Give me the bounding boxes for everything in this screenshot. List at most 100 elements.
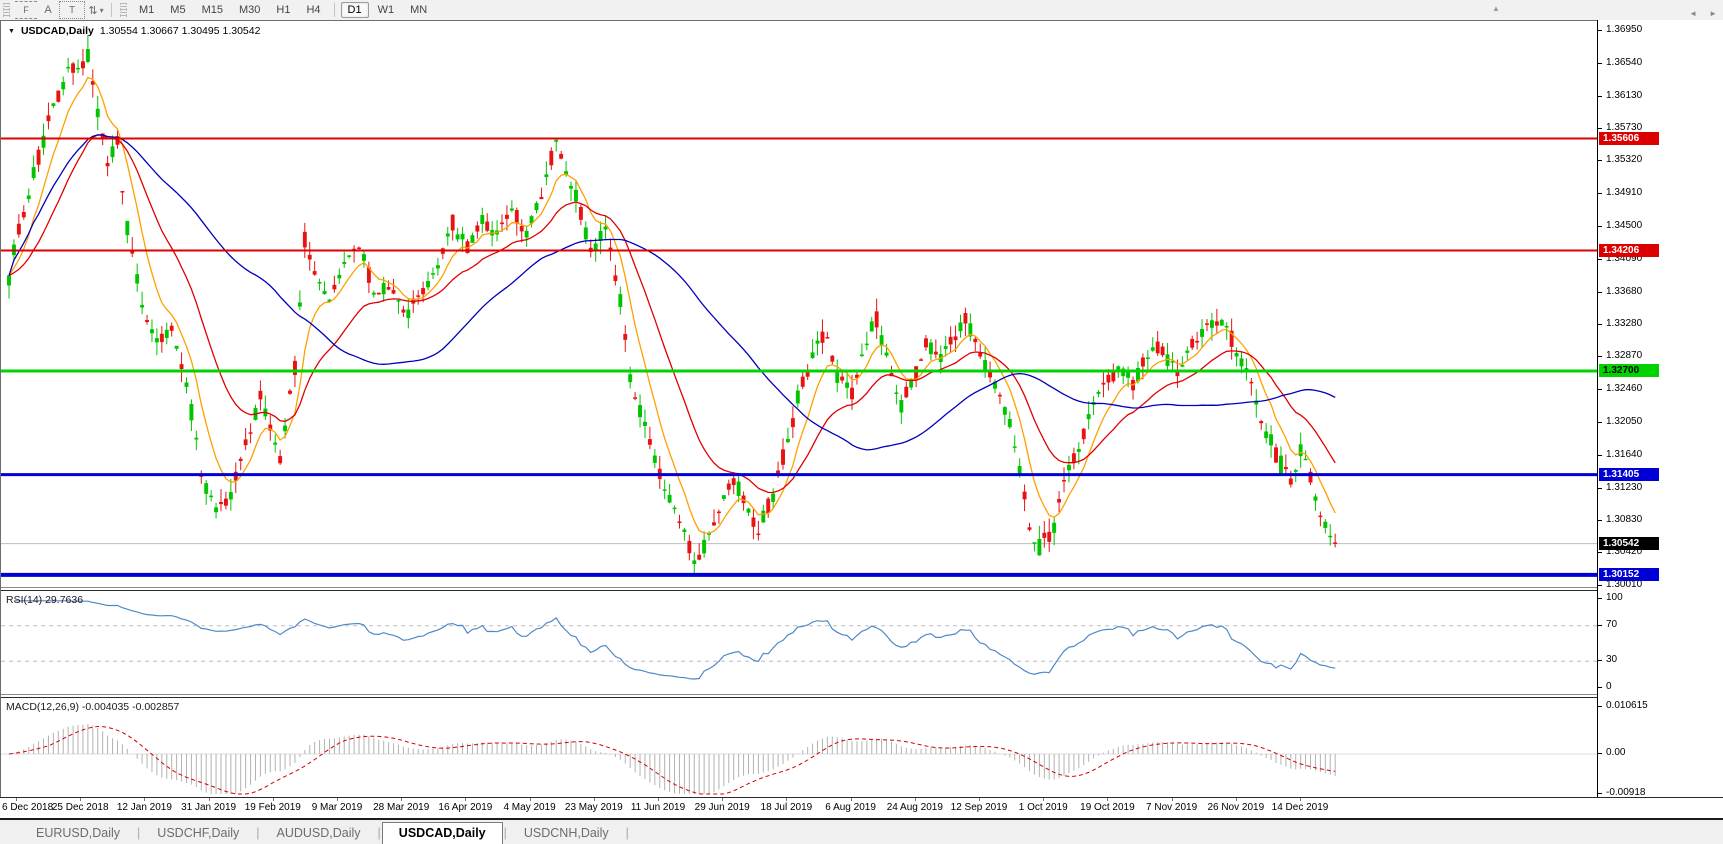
macd-tick-dash bbox=[1598, 793, 1602, 794]
text-label-tool-icon[interactable]: T bbox=[59, 1, 85, 19]
rsi-tick: 0 bbox=[1606, 682, 1612, 692]
date-label: 29 Jun 2019 bbox=[695, 802, 750, 813]
date-label: 11 Jun 2019 bbox=[631, 802, 685, 813]
tab-scroll-right-icon[interactable]: ► bbox=[1709, 9, 1717, 18]
toolbar-overflow-icon[interactable]: ▲ bbox=[1492, 4, 1500, 13]
ma-mid-line[interactable] bbox=[9, 135, 1335, 493]
price-tick-dash bbox=[1598, 455, 1602, 456]
main-price-pane: ▼ USDCAD,Daily 1.30554 1.30667 1.30495 1… bbox=[1, 21, 1598, 587]
pane-splitter-2[interactable] bbox=[1, 694, 1723, 695]
rsi-chart-canvas[interactable] bbox=[1, 591, 1598, 694]
chevron-down-icon[interactable]: ▾ bbox=[100, 6, 104, 15]
date-label: 24 Aug 2019 bbox=[887, 802, 943, 813]
date-label: 26 Nov 2019 bbox=[1207, 802, 1264, 813]
macd-chart-canvas[interactable] bbox=[1, 698, 1598, 796]
timeframe-button-m30[interactable]: M30 bbox=[232, 2, 267, 18]
timeframe-button-m15[interactable]: M15 bbox=[195, 2, 230, 18]
chart-ohlc-values: 1.30554 1.30667 1.30495 1.30542 bbox=[100, 25, 261, 37]
date-tick bbox=[1043, 798, 1044, 801]
timeframe-button-mn[interactable]: MN bbox=[403, 2, 434, 18]
toolbar-grip[interactable] bbox=[3, 3, 10, 17]
price-tick-dash bbox=[1598, 259, 1602, 260]
price-tick: 1.30010 bbox=[1606, 580, 1642, 590]
price-tick: 1.34910 bbox=[1606, 188, 1642, 198]
arrows-tool-icon[interactable]: ⇅▾ bbox=[87, 2, 105, 18]
rsi-tick: 100 bbox=[1606, 593, 1623, 603]
tab-nav: ◄ ► bbox=[1689, 9, 1717, 18]
date-label: 9 Mar 2019 bbox=[312, 802, 363, 813]
timeframe-button-h4[interactable]: H4 bbox=[299, 2, 327, 18]
price-tick: 1.31640 bbox=[1606, 450, 1642, 460]
tab-scroll-left-icon[interactable]: ◄ bbox=[1689, 9, 1697, 18]
date-label: 12 Jan 2019 bbox=[117, 802, 172, 813]
chart-tab-bar: EURUSD,Daily|USDCHF,Daily|AUDUSD,Daily|U… bbox=[0, 820, 1723, 844]
price-tick-dash bbox=[1598, 193, 1602, 194]
rsi-tick-dash bbox=[1598, 598, 1602, 599]
date-tick bbox=[16, 798, 17, 801]
chart-symbol-label: USDCAD,Daily bbox=[21, 25, 94, 37]
date-tick bbox=[915, 798, 916, 801]
toolbar-grip-2[interactable] bbox=[120, 3, 127, 17]
price-level-badge-1.35606: 1.35606 bbox=[1599, 132, 1659, 145]
trading-platform-window: F A T ⇅▾ M1M5M15M30H1H4 D1W1MN ▲ ▼ USDCAD… bbox=[0, 0, 1723, 844]
price-tick-dash bbox=[1598, 63, 1602, 64]
fibonacci-tool-icon[interactable]: F bbox=[15, 1, 37, 19]
macd-pane: MACD(12,26,9) -0.004035 -0.002857 bbox=[1, 698, 1598, 796]
price-tick: 1.36950 bbox=[1606, 25, 1642, 35]
date-label: 6 Aug 2019 bbox=[825, 802, 876, 813]
date-tick bbox=[594, 798, 595, 801]
date-label: 23 May 2019 bbox=[565, 802, 623, 813]
date-tick bbox=[530, 798, 531, 801]
rsi-tick-dash bbox=[1598, 687, 1602, 688]
arrows-glyph: ⇅ bbox=[88, 4, 97, 17]
date-tick bbox=[851, 798, 852, 801]
date-label: 31 Jan 2019 bbox=[181, 802, 236, 813]
macd-tick: 0.00 bbox=[1606, 748, 1625, 758]
date-tick bbox=[273, 798, 274, 801]
ma-slow-line[interactable] bbox=[9, 135, 1335, 450]
price-tick-dash bbox=[1598, 292, 1602, 293]
date-tick bbox=[1172, 798, 1173, 801]
chart-window: ▼ USDCAD,Daily 1.30554 1.30667 1.30495 1… bbox=[0, 20, 1723, 818]
price-tick: 1.35320 bbox=[1606, 155, 1642, 165]
collapse-icon[interactable]: ▼ bbox=[8, 28, 15, 35]
tab-audusd[interactable]: AUDUSD,Daily bbox=[261, 823, 377, 844]
price-tick-dash bbox=[1598, 324, 1602, 325]
price-axis: 1.369501.365401.361301.357301.353201.349… bbox=[1597, 20, 1723, 797]
timeframe-button-m5[interactable]: M5 bbox=[163, 2, 192, 18]
timeframe-button-w1[interactable]: W1 bbox=[371, 2, 402, 18]
date-label: 7 Nov 2019 bbox=[1146, 802, 1197, 813]
price-level-badge-1.31405: 1.31405 bbox=[1599, 468, 1659, 481]
price-level-badge-1.30542: 1.30542 bbox=[1599, 537, 1659, 550]
macd-tick-dash bbox=[1598, 753, 1602, 754]
price-tick: 1.36540 bbox=[1606, 58, 1642, 68]
price-tick-dash bbox=[1598, 96, 1602, 97]
date-label: 12 Sep 2019 bbox=[951, 802, 1008, 813]
rsi-line bbox=[14, 601, 1335, 679]
ma-fast-line[interactable] bbox=[9, 78, 1335, 534]
date-label: 16 Apr 2019 bbox=[438, 802, 492, 813]
tab-usdchf[interactable]: USDCHF,Daily bbox=[141, 823, 255, 844]
date-label: 18 Jul 2019 bbox=[761, 802, 813, 813]
tab-usdcnh[interactable]: USDCNH,Daily bbox=[508, 823, 625, 844]
timeframe-button-m1[interactable]: M1 bbox=[132, 2, 161, 18]
date-tick bbox=[80, 798, 81, 801]
tab-eurusd[interactable]: EURUSD,Daily bbox=[20, 823, 136, 844]
text-tool-icon[interactable]: A bbox=[39, 2, 57, 18]
price-tick-dash bbox=[1598, 128, 1602, 129]
price-tick: 1.32050 bbox=[1606, 417, 1642, 427]
timeframe-button-h1[interactable]: H1 bbox=[269, 2, 297, 18]
date-tick bbox=[465, 798, 466, 801]
macd-histogram bbox=[9, 724, 1335, 794]
main-chart-canvas[interactable] bbox=[1, 21, 1598, 587]
price-tick-dash bbox=[1598, 422, 1602, 423]
timeframe-button-d1[interactable]: D1 bbox=[341, 2, 369, 18]
date-tick bbox=[401, 798, 402, 801]
toolbar-separator bbox=[111, 3, 112, 17]
rsi-pane: RSI(14) 29.7636 bbox=[1, 591, 1598, 694]
date-tick bbox=[722, 798, 723, 801]
price-tick: 1.32870 bbox=[1606, 351, 1642, 361]
pane-splitter[interactable] bbox=[1, 587, 1723, 588]
tab-usdcad[interactable]: USDCAD,Daily bbox=[382, 822, 503, 844]
date-label: 14 Dec 2019 bbox=[1272, 802, 1329, 813]
